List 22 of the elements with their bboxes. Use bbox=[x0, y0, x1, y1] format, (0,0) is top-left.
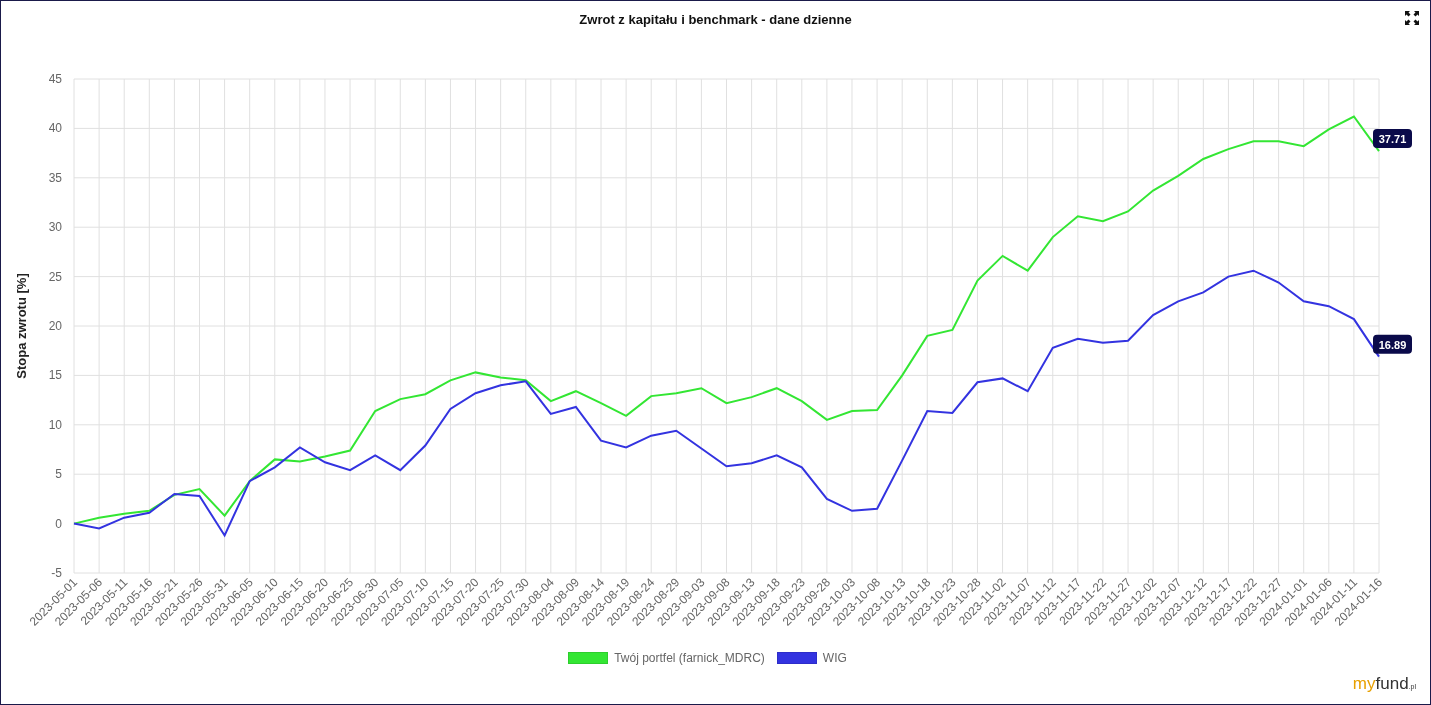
fullscreen-icon[interactable] bbox=[1405, 11, 1419, 25]
value-label: 16.89 bbox=[1373, 334, 1412, 354]
legend-label[interactable]: WIG bbox=[822, 651, 847, 665]
axis-title: Stopa zwrotu [%] bbox=[14, 273, 29, 379]
axis-tick-label: 15 bbox=[48, 368, 62, 383]
axis-tick-label: 20 bbox=[48, 319, 62, 333]
axis-tick-label: 5 bbox=[55, 467, 62, 482]
legend-label[interactable]: Twój portfel (farnick_MDRC) bbox=[614, 651, 765, 665]
annotation: 16.89 bbox=[1378, 338, 1407, 351]
axis-tick-label: 30 bbox=[48, 220, 62, 235]
chart-title: Zwrot z kapitału i benchmark - dane dzienne bbox=[579, 11, 852, 27]
legend-swatch[interactable] bbox=[776, 652, 817, 664]
value-label: 37.71 bbox=[1373, 129, 1412, 149]
axis-tick-label: 40 bbox=[48, 121, 62, 136]
axis-tick-label: 0 bbox=[55, 516, 62, 531]
axis-tick-label: 10 bbox=[48, 417, 62, 432]
axis-tick-label: 35 bbox=[48, 170, 62, 185]
legend-swatch[interactable] bbox=[568, 652, 609, 664]
annotation: 37.71 bbox=[1378, 133, 1407, 146]
axis-tick-label: 25 bbox=[48, 269, 62, 284]
axis-tick-label: -5 bbox=[51, 566, 62, 580]
axis-tick-label: 45 bbox=[48, 72, 62, 86]
